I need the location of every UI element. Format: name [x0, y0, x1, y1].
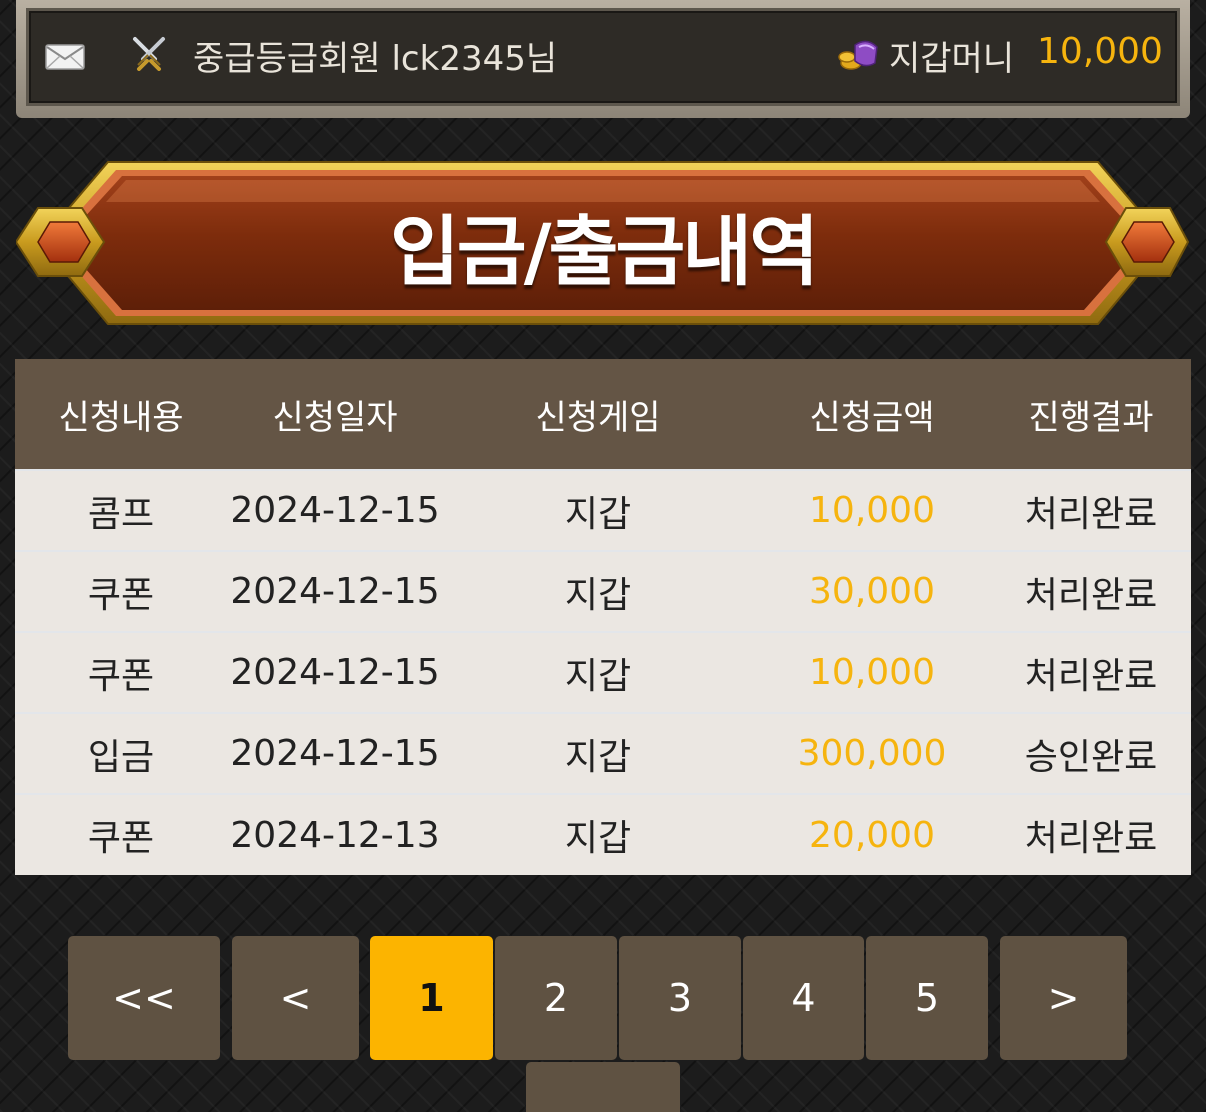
wallet-amount: 10,000: [1037, 31, 1163, 72]
cell-result: 처리완료: [1024, 493, 1158, 535]
cell-date: 2024-12-15: [230, 652, 440, 693]
table-row: 쿠폰 2024-12-15 지갑 10,000 처리완료: [15, 632, 1191, 713]
column-header-game: 신청게임: [535, 397, 661, 438]
page-button-4[interactable]: 4: [743, 936, 864, 1060]
table-row: 콤프 2024-12-15 지갑 10,000 처리완료: [15, 470, 1191, 551]
prev-page-button[interactable]: <: [232, 936, 359, 1060]
cell-result: 처리완료: [1024, 574, 1158, 616]
first-page-button[interactable]: <<: [68, 936, 220, 1060]
cell-result: 처리완료: [1024, 818, 1158, 859]
cell-game: 지갑: [564, 818, 632, 859]
cell-amount: 10,000: [809, 490, 935, 531]
page-button-1[interactable]: 1: [370, 936, 493, 1060]
page-button-2[interactable]: 2: [495, 936, 617, 1060]
wallet-label: 지갑머니: [889, 39, 1015, 79]
crossed-swords-icon: [133, 37, 165, 71]
page-button-3[interactable]: 3: [619, 936, 741, 1060]
cell-type: 입금: [87, 736, 155, 778]
cell-type: 쿠폰: [87, 574, 155, 616]
cell-amount: 30,000: [809, 571, 935, 612]
table-row: 입금 2024-12-15 지갑 300,000 승인완료: [15, 713, 1191, 794]
page-button-5[interactable]: 5: [866, 936, 988, 1060]
cell-date: 2024-12-15: [230, 571, 440, 612]
table-row: 쿠폰 2024-12-15 지갑 30,000 처리완료: [15, 551, 1191, 632]
cell-type: 쿠폰: [87, 818, 155, 859]
column-header-amount: 신청금액: [809, 397, 935, 438]
coin-purse-icon: [838, 40, 878, 70]
cell-amount: 10,000: [809, 652, 935, 693]
cell-type: 콤프: [87, 493, 155, 535]
cell-amount: 20,000: [809, 814, 935, 856]
transaction-history-table: 신청내용 신청일자 신청게임 신청금액 진행결과 콤프 2024-12-15 지…: [15, 359, 1191, 875]
table-row: 쿠폰 2024-12-13 지갑 20,000 처리완료: [15, 794, 1191, 875]
cell-game: 지갑: [564, 736, 632, 778]
table-header-row: 신청내용 신청일자 신청게임 신청금액 진행결과: [15, 359, 1191, 470]
mail-icon[interactable]: [45, 43, 85, 71]
cell-date: 2024-12-15: [230, 490, 440, 531]
cell-type: 쿠폰: [87, 655, 155, 697]
column-header-result: 진행결과: [1028, 397, 1154, 438]
page-title: 입금/출금내역: [389, 207, 819, 296]
cell-game: 지갑: [564, 493, 632, 535]
cell-game: 지갑: [564, 655, 632, 697]
cell-result: 승인완료: [1024, 736, 1158, 778]
cell-amount: 300,000: [797, 733, 947, 774]
cell-date: 2024-12-13: [230, 814, 440, 856]
top-status-bar: 중급등급회원 lck2345님 지갑머니 10,000: [16, 0, 1190, 118]
top-status-panel: 중급등급회원 lck2345님 지갑머니 10,000: [26, 8, 1180, 106]
column-header-type: 신청내용: [58, 397, 184, 438]
member-info: 중급등급회원 lck2345님: [193, 39, 558, 79]
cell-date: 2024-12-15: [230, 733, 440, 774]
next-page-button[interactable]: >: [1000, 936, 1127, 1060]
page-title-banner: 입금/출금내역: [16, 160, 1190, 330]
pager-overflow-button[interactable]: [526, 1062, 680, 1112]
cell-game: 지갑: [564, 574, 632, 616]
cell-result: 처리완료: [1024, 655, 1158, 697]
column-header-date: 신청일자: [272, 397, 398, 438]
